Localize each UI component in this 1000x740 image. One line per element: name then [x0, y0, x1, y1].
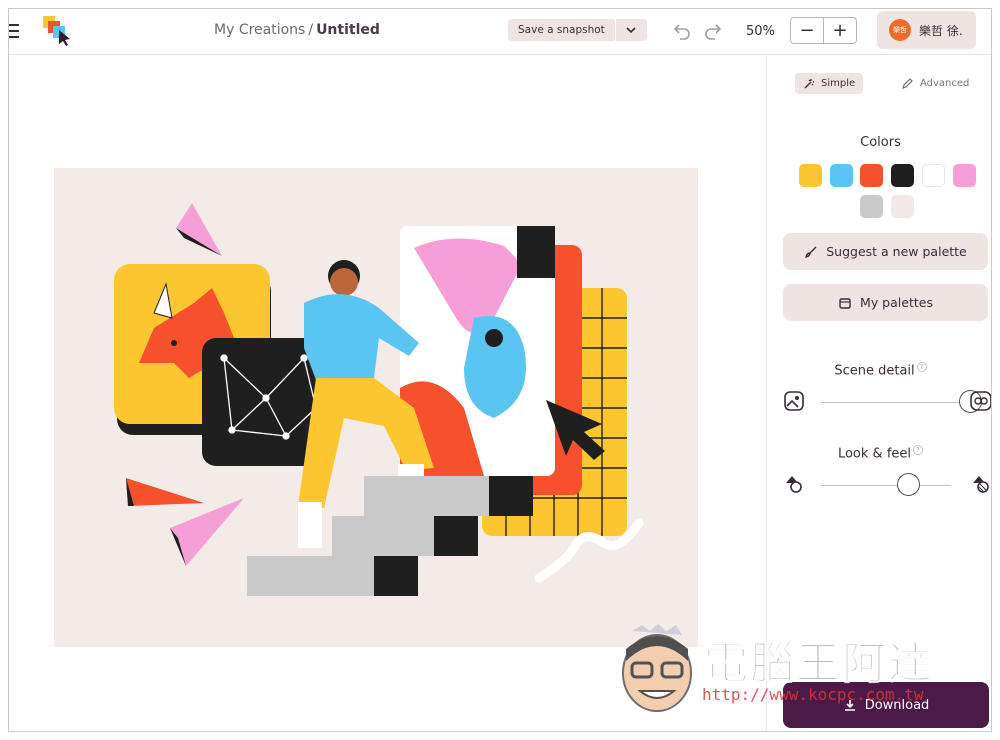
color-swatch[interactable] — [891, 164, 914, 187]
my-palettes-label: My palettes — [860, 295, 933, 310]
color-swatch[interactable] — [891, 195, 914, 218]
watermark: 電腦王阿達 http://www.kocpc.com.tw — [614, 617, 964, 725]
zoom-level: 50% — [746, 24, 775, 39]
suggest-palette-button[interactable]: Suggest a new palette — [783, 233, 988, 270]
redo-icon[interactable] — [703, 21, 723, 41]
hamburger-icon[interactable] — [9, 23, 21, 39]
look-feel-slider[interactable] — [821, 485, 951, 486]
zoom-out-button[interactable]: − — [791, 18, 823, 43]
scene-detail-slider[interactable] — [821, 402, 971, 403]
document-title[interactable]: Untitled — [316, 22, 380, 38]
brush-icon — [805, 246, 817, 258]
advanced-mode-label: Advanced — [920, 78, 970, 89]
illustration — [114, 203, 644, 596]
snapshot-control: Save a snapshot — [508, 19, 647, 41]
watermark-url: http://www.kocpc.com.tw — [702, 685, 924, 704]
advanced-mode-tab[interactable]: Advanced — [901, 73, 969, 94]
avatar: 樂哲 — [889, 19, 911, 41]
simple-mode-tab[interactable]: Simple — [795, 73, 864, 94]
color-swatch[interactable] — [953, 164, 976, 187]
snapshot-dropdown-button[interactable] — [614, 19, 647, 41]
simple-mode-label: Simple — [821, 78, 856, 89]
color-swatch[interactable] — [830, 164, 853, 187]
save-snapshot-button[interactable]: Save a snapshot — [508, 19, 615, 41]
logo[interactable] — [42, 15, 74, 47]
zoom-control: − + — [790, 17, 857, 44]
undo-icon[interactable] — [672, 21, 692, 41]
scene-detail-label: Scene detail? — [768, 362, 991, 378]
shapes-icon — [786, 476, 802, 493]
color-swatch[interactable] — [922, 164, 945, 187]
my-palettes-button[interactable]: My palettes — [783, 284, 988, 321]
pencil-icon — [902, 78, 913, 89]
detailed-image-icon — [970, 391, 991, 411]
magic-wand-icon — [804, 78, 814, 88]
breadcrumb: My Creations / Untitled — [214, 22, 380, 38]
breadcrumb-separator: / — [308, 22, 314, 38]
textured-shapes-icon — [973, 476, 989, 493]
color-swatch[interactable] — [799, 164, 822, 187]
color-swatch[interactable] — [860, 164, 883, 187]
user-menu-button[interactable]: 樂哲 樂哲 徐. — [877, 11, 976, 49]
illustration-canvas[interactable] — [54, 168, 698, 647]
suggest-palette-label: Suggest a new palette — [826, 244, 967, 259]
top-bar: My Creations / Untitled Save a snapshot 50… — [9, 9, 991, 55]
scene-detail-help-icon[interactable]: ? — [916, 362, 927, 372]
app-window: My Creations / Untitled Save a snapshot 50… — [8, 8, 992, 732]
folder-icon — [839, 297, 851, 309]
chevron-down-icon — [626, 27, 636, 33]
look-feel-label: Look & feel? — [768, 445, 991, 461]
watermark-mascot-logo — [622, 624, 692, 712]
watermark-title: 電腦王阿達 — [704, 638, 934, 690]
color-swatch[interactable] — [860, 195, 883, 218]
colors-title: Colors — [860, 135, 901, 150]
user-name: 樂哲 徐. — [919, 23, 963, 38]
look-feel-help-icon[interactable]: ? — [913, 445, 924, 455]
zoom-in-button[interactable]: + — [823, 18, 856, 43]
look-feel-slider-thumb[interactable] — [897, 473, 921, 496]
simple-image-icon — [784, 391, 804, 411]
breadcrumb-parent[interactable]: My Creations — [214, 22, 305, 38]
